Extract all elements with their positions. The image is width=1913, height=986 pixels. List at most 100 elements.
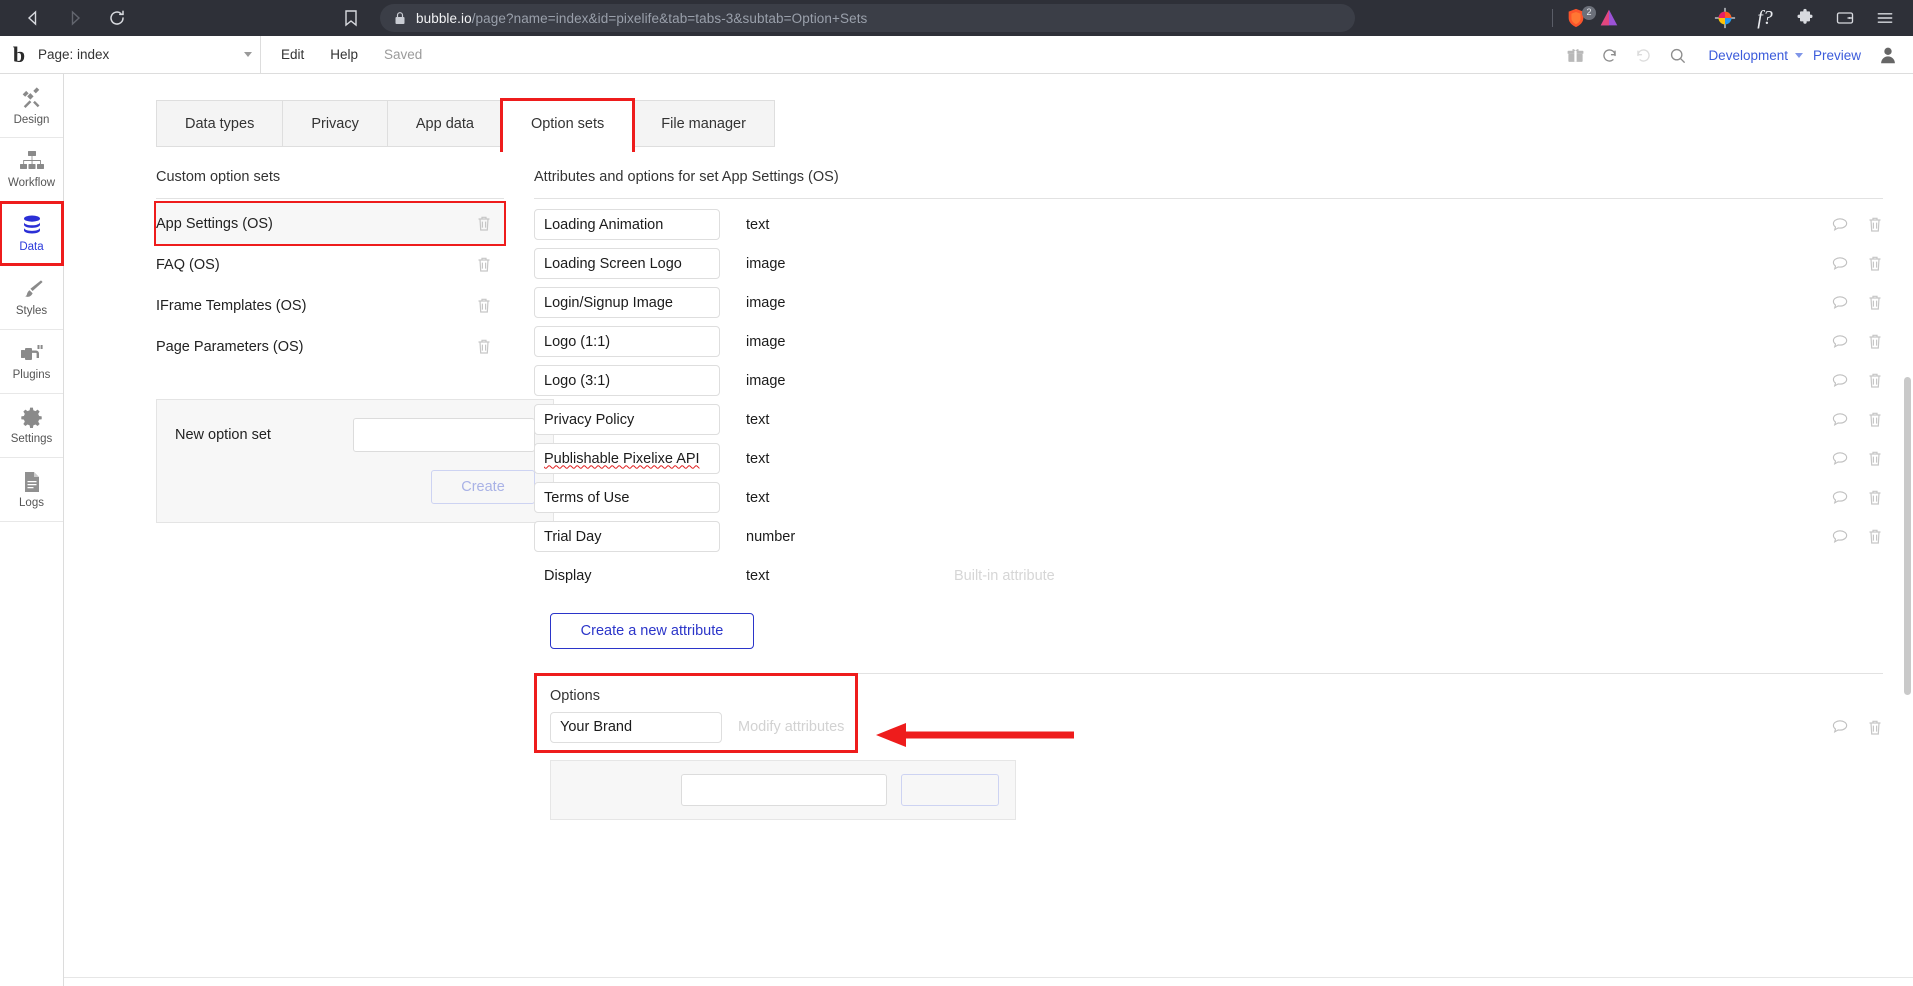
- address-bar[interactable]: bubble.io/page?name=index&id=pixelife&ta…: [380, 4, 1355, 32]
- trash-icon[interactable]: [1867, 216, 1883, 233]
- comment-icon[interactable]: [1832, 412, 1849, 428]
- tab-privacy[interactable]: Privacy: [282, 100, 388, 147]
- brave-rewards-icon[interactable]: [1593, 0, 1625, 36]
- trash-icon[interactable]: [1867, 372, 1883, 389]
- comment-icon[interactable]: [1832, 373, 1849, 389]
- design-icon: [19, 85, 45, 111]
- comment-icon[interactable]: [1832, 334, 1849, 350]
- comment-icon[interactable]: [1832, 719, 1849, 735]
- page-selector[interactable]: Page: index: [38, 47, 260, 62]
- trash-icon[interactable]: [1867, 294, 1883, 311]
- avatar[interactable]: [1877, 44, 1899, 66]
- attribute-name-readonly: Display: [534, 560, 720, 591]
- tab-label: Option sets: [530, 115, 605, 132]
- attribute-name-input[interactable]: Loading Screen Logo: [534, 248, 720, 279]
- search-icon[interactable]: [1660, 36, 1694, 74]
- table-row: Privacy Policy text: [534, 400, 1883, 439]
- attribute-name-input[interactable]: Terms of Use: [534, 482, 720, 513]
- modify-attributes-link[interactable]: Modify attributes: [738, 719, 844, 735]
- sidebar-item-plugins[interactable]: Plugins: [0, 330, 63, 394]
- trash-icon[interactable]: [1867, 255, 1883, 272]
- browser-menu-icon[interactable]: [1865, 0, 1905, 36]
- sidebar-item-design[interactable]: Design: [0, 74, 63, 138]
- list-item[interactable]: FAQ (OS): [156, 244, 504, 285]
- forward-arrow-icon[interactable]: [64, 7, 86, 29]
- option-set-name: Page Parameters (OS): [156, 338, 304, 355]
- attribute-name-input[interactable]: Logo (3:1): [534, 365, 720, 396]
- comment-icon[interactable]: [1832, 295, 1849, 311]
- extensions-puzzle-icon[interactable]: [1785, 0, 1825, 36]
- trash-icon[interactable]: [1867, 719, 1883, 736]
- wallet-icon[interactable]: [1825, 0, 1865, 36]
- gift-icon[interactable]: [1558, 36, 1592, 74]
- create-attribute-button[interactable]: Create a new attribute: [550, 613, 754, 649]
- trash-icon[interactable]: [476, 338, 492, 355]
- sidebar-item-logs[interactable]: Logs: [0, 458, 63, 522]
- vertical-scrollbar[interactable]: [1904, 377, 1911, 695]
- trash-icon[interactable]: [1867, 411, 1883, 428]
- options-title: Options: [550, 688, 600, 704]
- table-row: Logo (3:1) image: [534, 361, 1883, 400]
- tab-option-sets[interactable]: Option sets: [499, 98, 636, 152]
- sidebar-item-workflow[interactable]: Workflow: [0, 138, 63, 202]
- tab-data-types[interactable]: Data types: [156, 100, 284, 147]
- list-item[interactable]: App Settings (OS): [154, 201, 506, 246]
- trash-icon[interactable]: [1867, 528, 1883, 545]
- bookmark-icon[interactable]: [340, 7, 362, 29]
- comment-icon[interactable]: [1832, 490, 1849, 506]
- redo-icon[interactable]: [1626, 36, 1660, 74]
- menu-item-help[interactable]: Help: [330, 47, 358, 62]
- page-selector-label: Page: index: [38, 47, 110, 62]
- shield-block-count: 2: [1582, 6, 1596, 20]
- undo-icon[interactable]: [1592, 36, 1626, 74]
- section-divider: [534, 198, 1883, 199]
- options-section: Options Your Brand Modify attributes: [534, 673, 1883, 820]
- preview-button[interactable]: Preview: [1813, 48, 1861, 63]
- version-label: Development: [1708, 47, 1788, 63]
- back-arrow-icon[interactable]: [22, 7, 44, 29]
- brave-shield-icon[interactable]: 2: [1565, 6, 1596, 29]
- menu-item-edit[interactable]: Edit: [281, 47, 304, 62]
- comment-icon[interactable]: [1832, 529, 1849, 545]
- sidebar-item-label: Workflow: [7, 177, 56, 189]
- f-question-icon[interactable]: f?: [1745, 0, 1785, 36]
- left-sidebar: Design Workflow Data Styles Plugins Sett…: [0, 74, 64, 986]
- list-item[interactable]: Page Parameters (OS): [156, 326, 504, 367]
- trash-icon[interactable]: [1867, 333, 1883, 350]
- attribute-name-input[interactable]: Privacy Policy: [534, 404, 720, 435]
- tab-app-data[interactable]: App data: [386, 100, 503, 147]
- version-selector[interactable]: Development: [1708, 48, 1803, 63]
- attribute-name-input[interactable]: Logo (1:1): [534, 326, 720, 357]
- comment-icon[interactable]: [1832, 217, 1849, 233]
- attribute-name: Terms of Use: [544, 489, 630, 506]
- list-item[interactable]: IFrame Templates (OS): [156, 285, 504, 326]
- comment-icon[interactable]: [1832, 451, 1849, 467]
- sidebar-item-styles[interactable]: Styles: [0, 266, 63, 330]
- attribute-name-input[interactable]: Trial Day: [534, 521, 720, 552]
- new-option-input[interactable]: [681, 774, 887, 806]
- attribute-name-input[interactable]: Login/Signup Image: [534, 287, 720, 318]
- reload-icon[interactable]: [106, 7, 128, 29]
- url-path: /page?name=index&id=pixelife&tab=tabs-3&…: [471, 10, 868, 26]
- bubble-logo-icon[interactable]: b: [4, 42, 34, 68]
- trash-icon[interactable]: [1867, 489, 1883, 506]
- trash-icon[interactable]: [1867, 450, 1883, 467]
- create-option-button[interactable]: [901, 774, 999, 806]
- option-set-name: App Settings (OS): [156, 215, 273, 232]
- sidebar-item-data[interactable]: Data: [0, 201, 64, 266]
- attribute-name: Logo (3:1): [544, 372, 611, 389]
- trash-icon[interactable]: [476, 297, 492, 314]
- trash-icon[interactable]: [476, 256, 492, 273]
- table-row: Login/Signup Image image: [534, 283, 1883, 322]
- attribute-name: Loading Animation: [544, 216, 664, 233]
- attribute-name-input[interactable]: Loading Animation: [534, 209, 720, 240]
- attribute-name-input[interactable]: Publishable Pixelixe API: [534, 443, 720, 474]
- sidebar-item-label: Settings: [10, 433, 53, 445]
- sidebar-item-settings[interactable]: Settings: [0, 394, 63, 458]
- comment-icon[interactable]: [1832, 256, 1849, 272]
- color-wheel-icon[interactable]: [1705, 0, 1745, 36]
- attribute-name: Publishable Pixelixe API: [544, 450, 700, 467]
- trash-icon[interactable]: [476, 215, 492, 232]
- tab-file-manager[interactable]: File manager: [632, 100, 775, 147]
- option-name-input[interactable]: Your Brand: [550, 711, 722, 743]
